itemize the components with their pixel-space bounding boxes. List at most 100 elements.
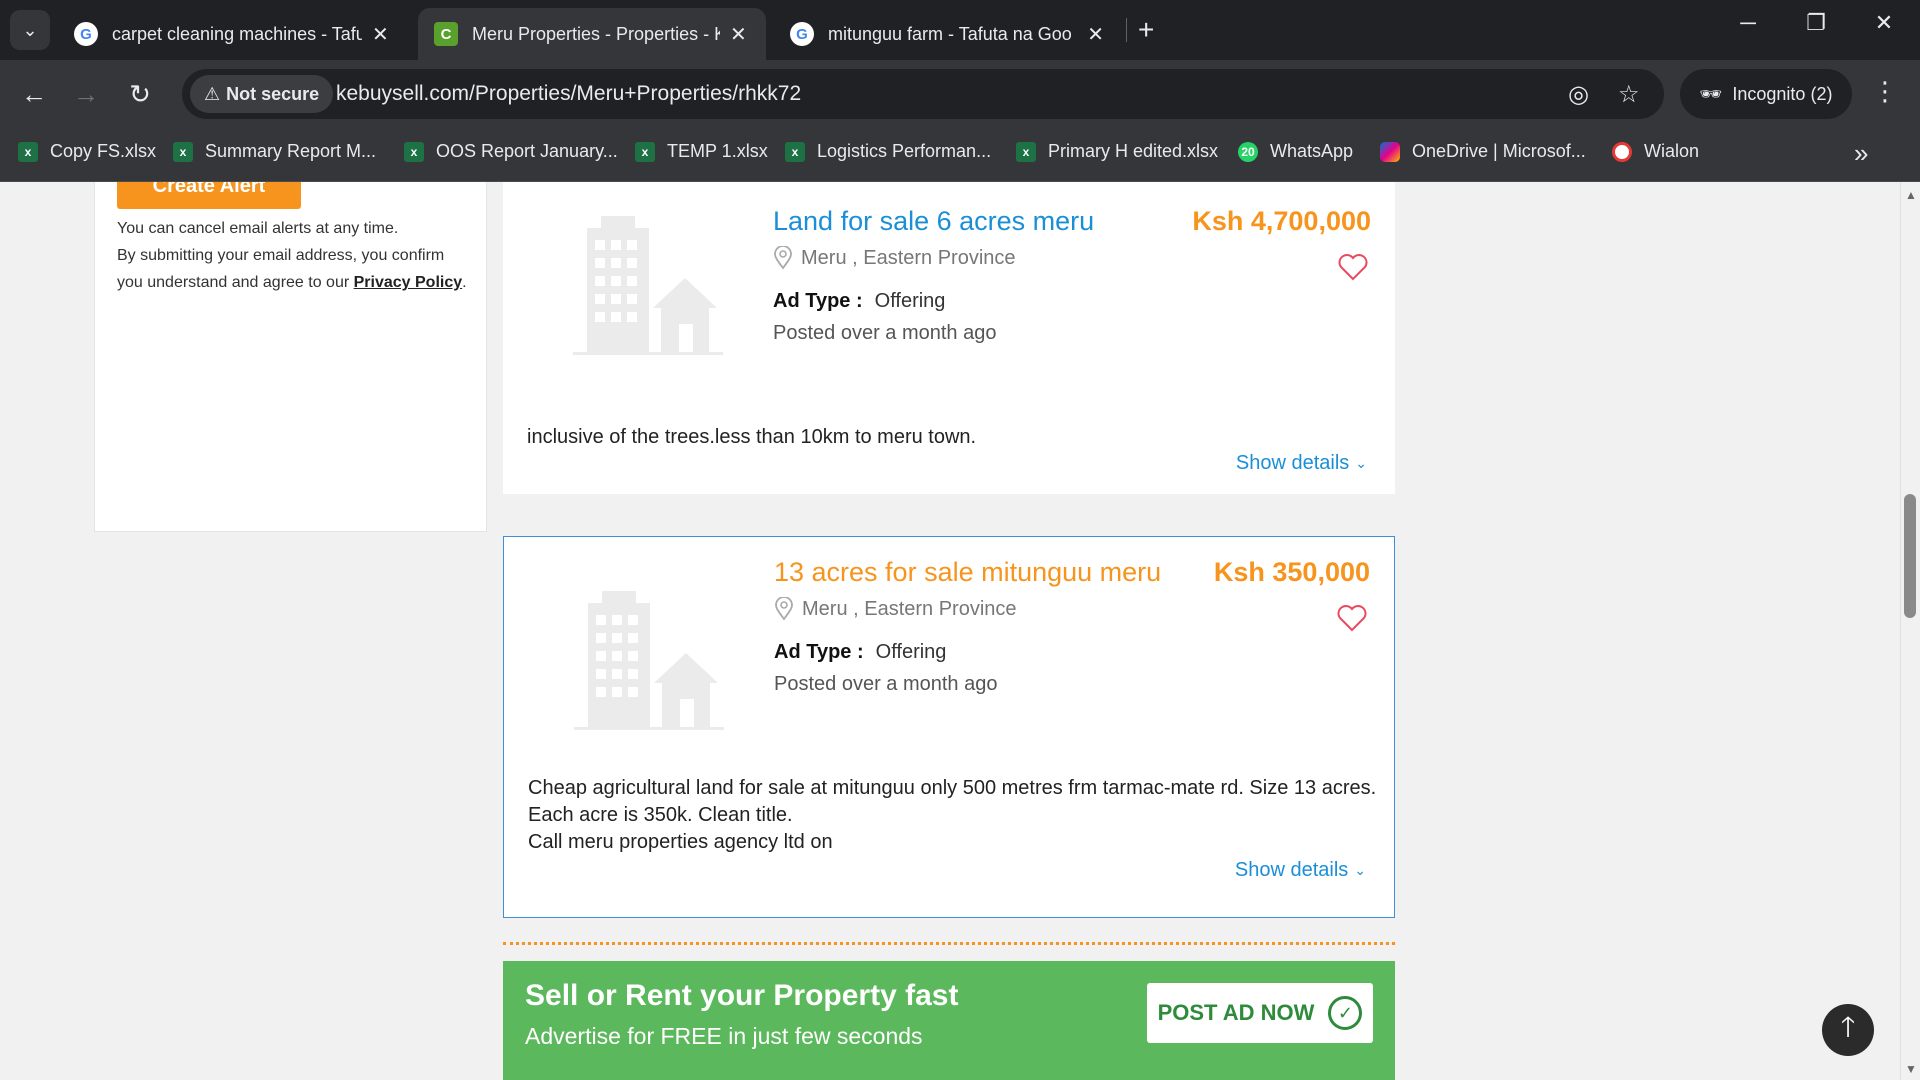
scroll-up-arrow-icon[interactable]: ▲ <box>1905 188 1917 202</box>
page-viewport: Create Alert You can cancel email alerts… <box>0 182 1900 1080</box>
ad-type-label: Ad Type : <box>773 290 863 312</box>
wialon-icon <box>1612 141 1632 162</box>
url-text[interactable]: kebuysell.com/Properties/Meru+Properties… <box>336 82 801 106</box>
alert-line1: You can cancel email alerts at any time. <box>117 220 399 237</box>
incognito-label: Incognito (2) <box>1732 83 1833 104</box>
page-scrollbar[interactable]: ▲ ▼ <box>1900 182 1920 1080</box>
tab-title: mitunguu farm - Tafuta na Goo <box>828 23 1072 44</box>
bookmark-item[interactable]: x Summary Report M... <box>173 141 376 162</box>
posted-time: Posted over a month ago <box>773 322 997 344</box>
tab-search-button[interactable]: ⌄ <box>10 10 50 50</box>
address-bar[interactable]: ⚠ Not secure kebuysell.com/Properties/Me… <box>182 69 1664 119</box>
post-ad-banner: Sell or Rent your Property fast Advertis… <box>503 961 1395 1080</box>
privacy-policy-link[interactable]: Privacy Policy <box>354 274 463 291</box>
forward-icon[interactable]: → <box>66 74 106 114</box>
listing-title[interactable]: Land for sale 6 acres meru <box>773 206 1094 237</box>
window-close-icon[interactable]: ✕ <box>1864 10 1904 36</box>
bookmark-item[interactable]: x Primary H edited.xlsx <box>1016 141 1218 162</box>
email-alert-card: Create Alert You can cancel email alerts… <box>94 182 487 532</box>
browser-chrome: ⌄ G carpet cleaning machines - Tafu ✕ C … <box>0 0 1920 182</box>
period: . <box>462 274 467 291</box>
bookmark-label: Logistics Performan... <box>817 141 992 161</box>
bookmark-item[interactable]: OneDrive | Microsof... <box>1380 141 1586 162</box>
bookmark-item[interactable]: Wialon <box>1612 141 1699 162</box>
ad-type: Ad Type : Offering <box>773 290 945 313</box>
scrollbar-thumb[interactable] <box>1904 494 1916 618</box>
show-details-label: Show details <box>1234 859 1349 881</box>
bookmark-label: OOS Report January... <box>436 141 618 161</box>
chevron-down-icon: ⌄ <box>1355 455 1367 471</box>
close-icon[interactable]: ✕ <box>1087 22 1104 47</box>
tab-strip: ⌄ G carpet cleaning machines - Tafu ✕ C … <box>0 0 1920 60</box>
ad-type-value: Offering <box>874 290 946 312</box>
excel-icon: x <box>635 141 655 162</box>
back-icon[interactable]: ← <box>14 74 54 114</box>
listing-card[interactable]: 13 acres for sale mitunguu meru Ksh 350,… <box>503 536 1395 918</box>
listing-location: Meru , Eastern Province <box>774 597 1017 621</box>
tab-title: Meru Properties - Properties - K <box>472 23 720 44</box>
heart-icon[interactable] <box>1337 252 1369 282</box>
bookmark-label: Wialon <box>1644 141 1700 161</box>
location-text: Meru , Eastern Province <box>802 597 1017 620</box>
tab-meru-properties[interactable]: C Meru Properties - Properties - K ✕ <box>418 8 766 60</box>
listing-title[interactable]: 13 acres for sale mitunguu meru <box>774 557 1161 588</box>
new-tab-icon[interactable]: + <box>1138 14 1154 46</box>
listing-card[interactable]: Land for sale 6 acres meru Ksh 4,700,000… <box>503 182 1395 494</box>
ad-type-label: Ad Type : <box>774 641 864 663</box>
ad-type: Ad Type : Offering <box>774 641 946 664</box>
post-ad-label: POST AD NOW <box>1157 1000 1315 1025</box>
bookmark-label: Primary H edited.xlsx <box>1048 141 1219 161</box>
location-pin-icon <box>775 597 793 621</box>
restore-icon[interactable]: ❐ <box>1796 10 1836 36</box>
incognito-button[interactable]: 🕶 Incognito (2) <box>1680 69 1852 119</box>
tab-carpet-cleaning[interactable]: G carpet cleaning machines - Tafu ✕ <box>58 8 410 60</box>
show-details-link[interactable]: Show details ⌄ <box>1236 452 1367 475</box>
listing-location: Meru , Eastern Province <box>773 246 1016 270</box>
dotted-divider <box>503 942 1395 945</box>
tab-title: carpet cleaning machines - Tafu <box>112 23 362 44</box>
scroll-down-arrow-icon[interactable]: ▼ <box>1905 1062 1917 1076</box>
excel-icon: x <box>18 141 38 162</box>
bookmark-label: Summary Report M... <box>205 141 377 161</box>
incognito-icon: 🕶 <box>1699 83 1723 104</box>
listing-price: Ksh 4,700,000 <box>1192 206 1371 236</box>
bookmark-star-icon[interactable]: ☆ <box>1618 80 1640 109</box>
bookmark-item[interactable]: x OOS Report January... <box>404 141 618 162</box>
chevron-down-icon: ⌄ <box>1354 862 1366 878</box>
bookmark-item[interactable]: x Copy FS.xlsx <box>18 141 156 162</box>
close-icon[interactable]: ✕ <box>730 22 747 47</box>
create-alert-button[interactable]: Create Alert <box>117 182 301 209</box>
excel-icon: x <box>173 141 193 162</box>
bookmark-item[interactable]: x TEMP 1.xlsx <box>635 141 768 162</box>
heart-icon[interactable] <box>1336 603 1368 633</box>
location-pin-icon <box>774 246 792 270</box>
security-chip[interactable]: ⚠ Not secure <box>190 75 334 113</box>
close-icon[interactable]: ✕ <box>372 22 389 47</box>
security-label: Not secure <box>226 83 320 104</box>
show-details-link[interactable]: Show details ⌄ <box>1235 859 1366 882</box>
bookmark-label: TEMP 1.xlsx <box>667 141 768 161</box>
double-chevron-right-icon[interactable]: » <box>1854 138 1868 169</box>
minimize-icon[interactable]: ─ <box>1728 10 1768 36</box>
bookmark-item[interactable]: x Logistics Performan... <box>785 141 991 162</box>
google-icon: G <box>790 22 814 46</box>
listing-description: inclusive of the trees.less than 10km to… <box>527 426 977 448</box>
description-text: Cheap agricultural land for sale at mitu… <box>528 777 1377 826</box>
building-placeholder-icon <box>574 591 724 730</box>
bookmark-label: Copy FS.xlsx <box>50 141 157 161</box>
menu-kebab-icon[interactable]: ⋮ <box>1872 76 1898 107</box>
excel-icon: x <box>1016 141 1036 162</box>
scroll-to-top-button[interactable]: 🡑 <box>1822 1004 1874 1056</box>
checkmark-circle-icon: ✓ <box>1328 996 1363 1030</box>
banner-subtitle: Advertise for FREE in just few seconds <box>525 1023 923 1049</box>
location-text: Meru , Eastern Province <box>801 246 1016 269</box>
bookmark-label: WhatsApp <box>1270 141 1354 161</box>
reload-icon[interactable]: ↻ <box>120 74 160 114</box>
tab-mitunguu-farm[interactable]: G mitunguu farm - Tafuta na Goo ✕ <box>774 8 1120 60</box>
google-icon: G <box>74 22 98 46</box>
alert-disclaimer: You can cancel email alerts at any time.… <box>117 215 467 296</box>
eye-off-icon[interactable]: ◎ <box>1568 80 1589 109</box>
bookmark-item[interactable]: 20 WhatsApp <box>1238 141 1353 162</box>
post-ad-button[interactable]: POST AD NOW ✓ <box>1147 983 1373 1043</box>
tab-separator <box>1126 18 1127 42</box>
